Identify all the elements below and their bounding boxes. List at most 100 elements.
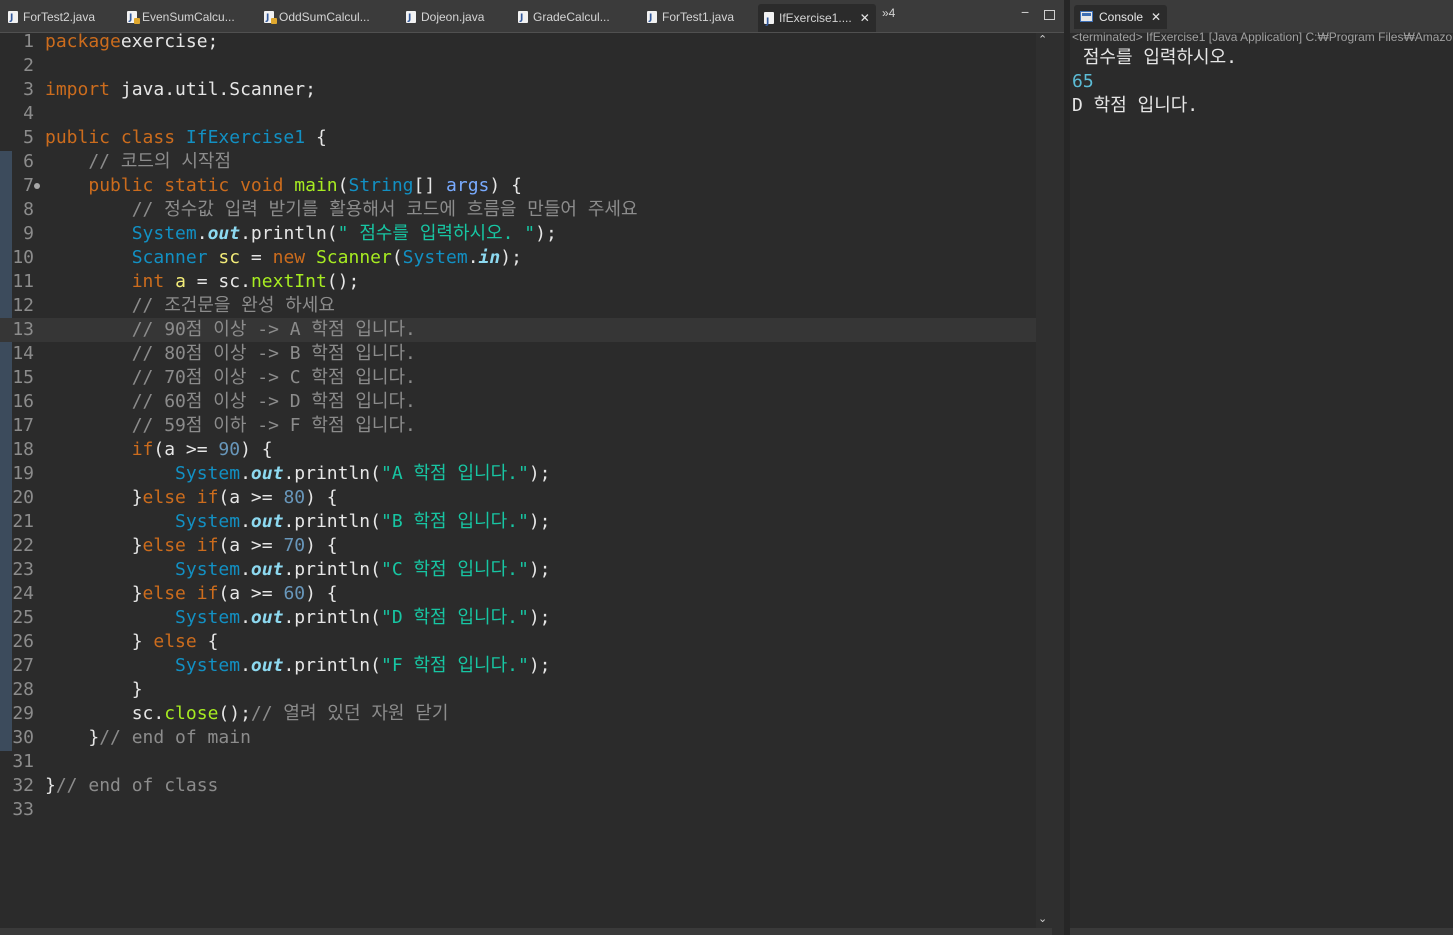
code-token: System <box>402 247 468 268</box>
code-token: else if <box>142 535 219 556</box>
editor-tab[interactable]: ForTest2.java <box>8 6 95 29</box>
code-line[interactable]: 6 // 코드의 시작점 <box>0 150 1036 174</box>
code-token: (); <box>326 271 360 292</box>
code-line[interactable]: 25 System.out.println("D 학점 입니다."); <box>0 606 1036 630</box>
tab-label: OddSumCalcul... <box>279 10 370 24</box>
line-number: 30 <box>12 727 34 748</box>
code-line[interactable]: 27 System.out.println("F 학점 입니다."); <box>0 654 1036 678</box>
java-file-icon <box>8 7 18 29</box>
code-line[interactable]: 33 <box>0 798 1036 822</box>
code-line[interactable]: 10 Scanner sc = new Scanner(System.in); <box>0 246 1036 270</box>
code-line[interactable]: 17 // 59점 이하 -> F 학점 입니다. <box>0 414 1036 438</box>
code-line[interactable]: 16 // 60점 이상 -> D 학점 입니다. <box>0 390 1036 414</box>
code-line[interactable]: 1 packageexercise; <box>0 30 1036 54</box>
java-file-icon <box>127 7 140 29</box>
code-line[interactable]: 31 <box>0 750 1036 774</box>
code-line[interactable]: 15 // 70점 이상 -> C 학점 입니다. <box>0 366 1036 390</box>
code-line[interactable]: 14 // 80점 이상 -> B 학점 입니다. <box>0 342 1036 366</box>
code-token: import <box>45 79 111 100</box>
tab-ifexercise1[interactable]: IfExercise1.... ✕ <box>758 4 876 36</box>
editor-tab[interactable]: Dojeon.java <box>406 6 485 29</box>
code-line[interactable]: 26 } else { <box>0 630 1036 654</box>
code-token: String <box>348 175 414 196</box>
code-line[interactable]: 11 int a = sc.nextInt(); <box>0 270 1036 294</box>
code-token: (a >= <box>218 535 284 556</box>
code-token: ); <box>528 463 551 484</box>
code-line[interactable]: 18 if(a >= 90) { <box>0 438 1036 462</box>
code-token: ); <box>528 607 551 628</box>
code-token: . <box>240 463 251 484</box>
code-token: java.util.Scanner; <box>110 79 316 100</box>
scroll-down-icon[interactable]: ⌄ <box>1038 912 1047 925</box>
code-line[interactable]: 5 public class IfExercise1 { <box>0 126 1036 150</box>
code-token: ( <box>337 175 349 196</box>
code-line[interactable]: 12 // 조건문을 완성 하세요 <box>0 294 1036 318</box>
close-icon[interactable]: ✕ <box>1151 10 1161 24</box>
editor-tab[interactable]: OddSumCalcul... <box>264 6 370 29</box>
editor-tab[interactable]: EvenSumCalcu... <box>127 6 235 29</box>
line-number: 18 <box>12 439 34 460</box>
code-line[interactable]: 3 import java.util.Scanner; <box>0 78 1036 102</box>
code-line[interactable]: 23 System.out.println("C 학점 입니다."); <box>0 558 1036 582</box>
code-line[interactable]: 4 <box>0 102 1036 126</box>
line-number: 23 <box>12 559 34 580</box>
code-token: out <box>250 511 284 532</box>
line-number: 5 <box>23 127 34 148</box>
code-line[interactable]: 13 // 90점 이상 -> A 학점 입니다. <box>0 318 1036 342</box>
code-token: nextInt <box>250 271 327 292</box>
code-token: ); <box>528 511 551 532</box>
code-token: ) { <box>489 175 522 196</box>
code-line[interactable]: 21 System.out.println("B 학점 입니다."); <box>0 510 1036 534</box>
code-line[interactable]: 7 public static void main(String[] args)… <box>0 174 1036 198</box>
maximize-icon[interactable] <box>1044 10 1055 20</box>
java-file-icon <box>764 8 774 36</box>
code-token: // 90점 이상 -> A 학점 입니다. <box>45 319 416 340</box>
code-line[interactable]: 30 }// end of main <box>0 726 1036 750</box>
code-token: // 60점 이상 -> D 학점 입니다. <box>45 391 416 412</box>
code-line[interactable]: 8 // 정수값 입력 받기를 활용해서 코드에 흐름을 만들어 주세요 <box>0 198 1036 222</box>
code-line[interactable]: 28 } <box>0 678 1036 702</box>
code-token: exercise; <box>120 31 219 52</box>
console-horizontal-scrollbar[interactable] <box>1070 928 1453 935</box>
code-line[interactable]: 24 }else if(a >= 60) { <box>0 582 1036 606</box>
editor-tab[interactable]: ForTest1.java <box>647 6 734 29</box>
code-line[interactable]: 2 <box>0 54 1036 78</box>
more-tabs-button[interactable]: »4 <box>882 6 895 20</box>
code-token: } <box>45 679 143 700</box>
line-number: 20 <box>12 487 34 508</box>
code-line[interactable]: 22 }else if(a >= 70) { <box>0 534 1036 558</box>
code-line[interactable]: 19 System.out.println("A 학점 입니다."); <box>0 462 1036 486</box>
code-token: System <box>175 559 241 580</box>
horizontal-scrollbar[interactable] <box>0 928 1052 935</box>
console-line: D 학점 입니다. <box>1072 95 1199 116</box>
code-token: ) { <box>240 439 273 460</box>
vertical-scrollbar[interactable] <box>1036 33 1052 928</box>
scroll-up-icon[interactable]: ⌃ <box>1038 33 1047 46</box>
code-line[interactable]: 32}// end of class <box>0 774 1036 798</box>
editor-tab[interactable]: GradeCalcul... <box>518 6 610 29</box>
code-line[interactable]: 29 sc.close();// 열려 있던 자원 닫기 <box>0 702 1036 726</box>
code-text: public static void main(String[] args) { <box>45 174 522 198</box>
code-token: } <box>45 535 143 556</box>
code-text: // 조건문을 완성 하세요 <box>45 294 335 318</box>
code-text: public class IfExercise1 { <box>45 126 327 150</box>
tab-label: Dojeon.java <box>421 10 485 24</box>
code-token: . <box>240 559 251 580</box>
code-text: System.out.println("D 학점 입니다."); <box>45 606 551 630</box>
tab-console[interactable]: Console ✕ <box>1074 5 1168 29</box>
code-line[interactable]: 20 }else if(a >= 80) { <box>0 486 1036 510</box>
code-line[interactable]: 9 System.out.println(" 점수를 입력하시오. "); <box>0 222 1036 246</box>
code-editor[interactable]: 1 packageexercise; 2 3 import java.util.Scan… <box>0 30 1036 928</box>
code-token: a <box>175 271 186 292</box>
close-icon[interactable]: ✕ <box>860 11 870 25</box>
minimize-icon[interactable]: − <box>1021 4 1029 20</box>
code-token: ) { <box>305 583 338 604</box>
